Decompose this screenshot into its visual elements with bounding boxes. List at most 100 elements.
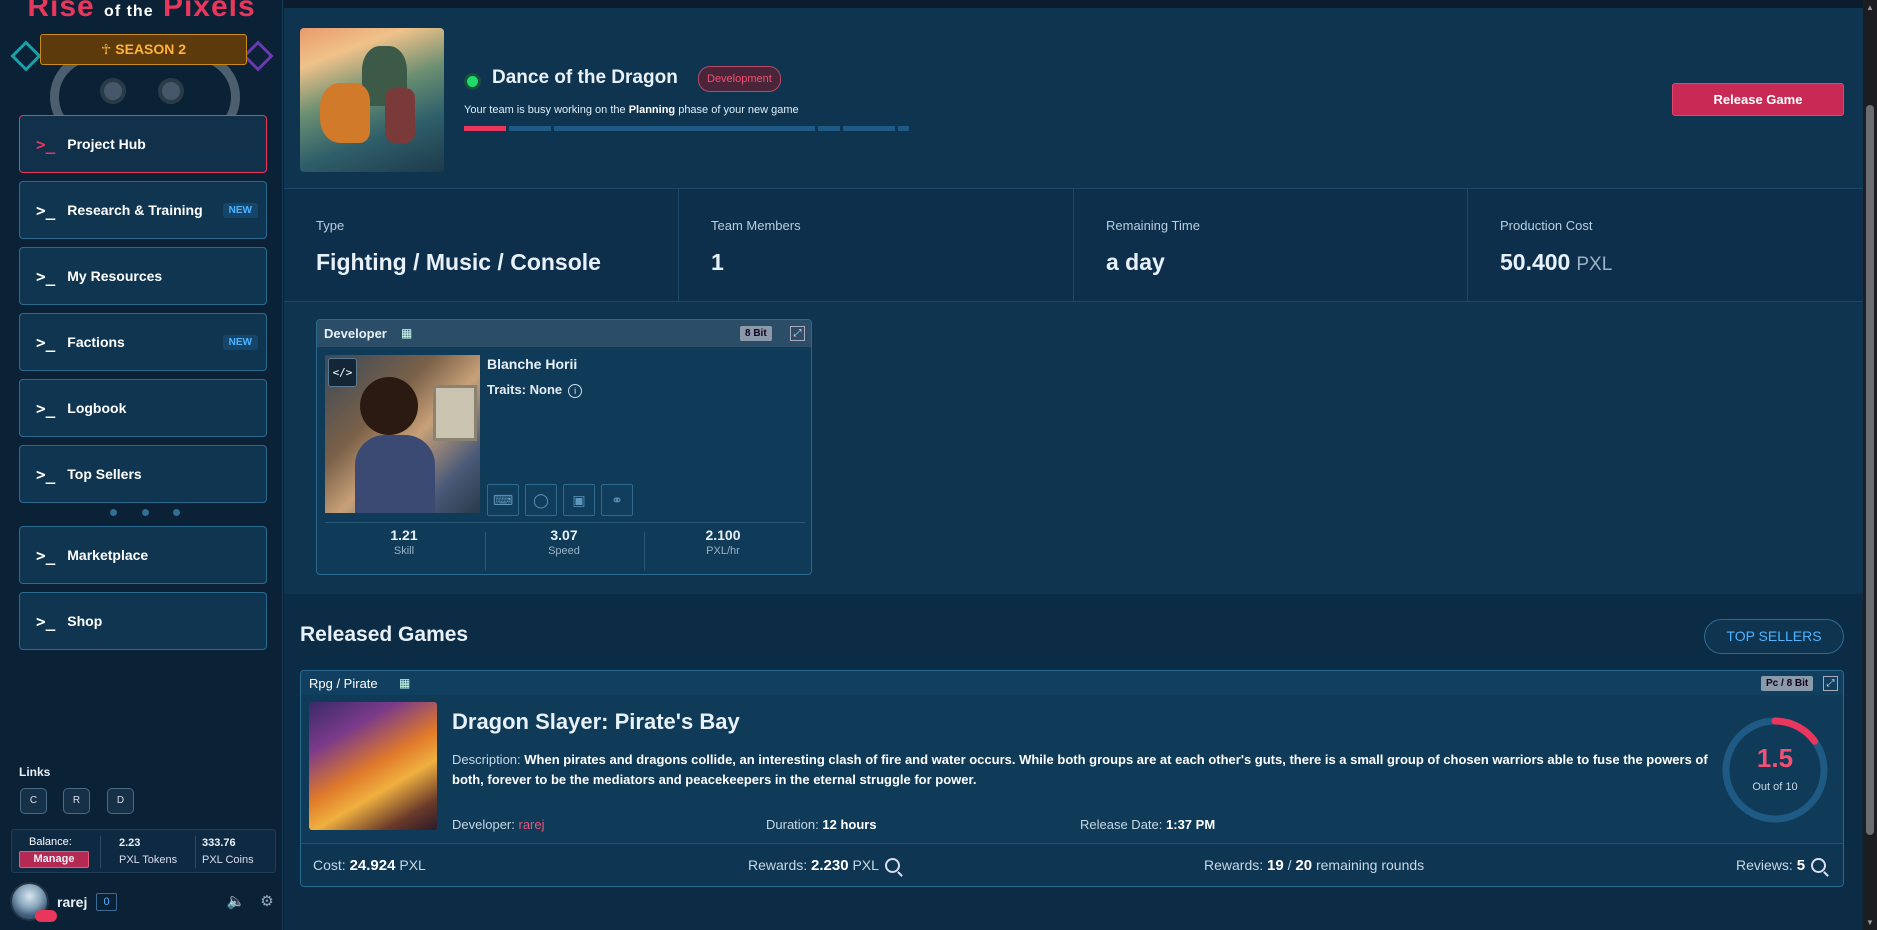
top-strip xyxy=(284,0,1863,8)
link-button-r[interactable]: R xyxy=(63,788,90,814)
gamepad-stick-right xyxy=(158,78,184,104)
monitor-icon: ▣ xyxy=(563,484,595,516)
released-game-card[interactable]: Rpg / Pirate ▦ Pc / 8 Bit ⤢ Dragon Slaye… xyxy=(300,670,1844,887)
sidebar-item-marketplace[interactable]: >_ Marketplace xyxy=(19,526,267,584)
sidebar-item-label: Marketplace xyxy=(67,547,149,563)
qr-icon: ▦ xyxy=(399,676,411,690)
sidebar-item-label: Top Sellers xyxy=(67,466,142,482)
sidebar-item-shop[interactable]: >_ Shop xyxy=(19,592,267,650)
expand-icon[interactable]: ⤢ xyxy=(790,326,805,341)
link-button-c[interactable]: C xyxy=(20,788,47,814)
developer-pxl-rate-stat: 2.100 PXL/hr xyxy=(705,527,741,557)
qr-icon: ▦ xyxy=(401,326,413,340)
developer-skill-stat: 1.21 Skill xyxy=(390,527,418,557)
sidebar-item-logbook[interactable]: >_ Logbook xyxy=(19,379,267,437)
scroll-down-icon[interactable]: ▼ xyxy=(1866,918,1874,927)
rating-scale: Out of 10 xyxy=(1752,781,1798,793)
game-rewards: Rewards: 2.230 PXL xyxy=(748,857,900,874)
phase-progress-bar xyxy=(464,126,912,131)
game-description: Description: When pirates and dragons co… xyxy=(452,752,1708,787)
scroll-up-icon[interactable]: ▲ xyxy=(1866,3,1874,12)
terminal-prompt-icon: >_ xyxy=(36,200,56,220)
game-developer: Developer: rarej xyxy=(452,817,545,832)
game-duration: Duration: 12 hours xyxy=(766,817,877,832)
terminal-prompt-icon: >_ xyxy=(36,464,56,484)
link-button-d[interactable]: D xyxy=(107,788,134,814)
sidebar-item-label: Research & Training xyxy=(67,202,203,218)
manage-button[interactable]: Manage xyxy=(19,851,89,868)
season-badge: ☥ SEASON 2 xyxy=(40,34,247,65)
logo-diamond-right xyxy=(242,40,274,72)
avatar[interactable] xyxy=(10,882,57,922)
game-title: Dragon Slayer: Pirate's Bay xyxy=(452,709,740,734)
developer-name: Blanche Horii xyxy=(487,356,578,372)
terminal-prompt-icon: >_ xyxy=(36,266,56,286)
new-badge: NEW xyxy=(222,335,258,350)
game-release-date: Release Date: 1:37 PM xyxy=(1080,817,1216,832)
trophy-icon: ☥ xyxy=(100,41,112,57)
developer-card-title: Developer xyxy=(324,326,387,341)
status-dot-icon xyxy=(467,76,478,87)
stat-remaining-time: Remaining Time a day xyxy=(1074,189,1468,302)
zoom-in-icon[interactable] xyxy=(1811,858,1827,873)
game-cost: Cost: 24.924 PXL xyxy=(313,857,426,874)
developer-card[interactable]: Developer ▦ 8 Bit ⤢ </> Blanche Horii Tr… xyxy=(316,319,812,575)
balance-label: Balance: xyxy=(29,836,72,848)
sidebar-item-research-training[interactable]: >_ Research & Training NEW xyxy=(19,181,267,239)
info-icon[interactable]: i xyxy=(568,384,583,398)
release-game-button[interactable]: Release Game xyxy=(1672,83,1844,116)
terminal-prompt-icon: >_ xyxy=(36,332,56,352)
project-subtitle: Your team is busy working on the Plannin… xyxy=(464,104,799,116)
user-bar: rarej 0 🔈 ⚙ xyxy=(10,880,275,924)
rating-value: 1.5 xyxy=(1756,743,1794,773)
controller-badge-icon xyxy=(35,910,57,922)
top-sellers-button[interactable]: TOP SELLERS xyxy=(1704,619,1844,654)
new-badge: NEW xyxy=(222,203,258,218)
developer-portrait: </> xyxy=(325,355,480,513)
volume-icon[interactable]: 🔈 xyxy=(226,892,246,912)
game-cover-image xyxy=(309,702,437,830)
game-genre: Rpg / Pirate xyxy=(309,676,378,691)
sidebar-item-label: My Resources xyxy=(67,268,163,284)
team-area: Developer ▦ 8 Bit ⤢ </> Blanche Horii Tr… xyxy=(284,302,1863,594)
sidebar-item-label: Logbook xyxy=(67,400,127,416)
rating-gauge: 1.5 Out of 10 xyxy=(1720,715,1830,825)
sidebar-item-project-hub[interactable]: >_ Project Hub xyxy=(19,115,267,173)
terminal-prompt-icon: >_ xyxy=(36,134,56,154)
stat-type: Type Fighting / Music / Console xyxy=(284,189,679,302)
terminal-prompt-icon: >_ xyxy=(36,398,56,418)
pxl-tokens-value: 2.23 xyxy=(119,837,141,849)
zoom-in-icon[interactable] xyxy=(884,858,900,873)
logo-title: Rise of the Pixels xyxy=(27,0,256,23)
sidebar-item-label: Shop xyxy=(67,613,103,629)
scrollbar-thumb[interactable] xyxy=(1866,105,1874,835)
stat-production-cost: Production Cost 50.400 PXL xyxy=(1500,218,1613,275)
sidebar: Rise of the Pixels ☥ SEASON 2 >_ Project… xyxy=(0,0,283,930)
gamepad-stick-left xyxy=(100,78,126,104)
game-reward-rounds: Rewards: 19 / 20 remaining rounds xyxy=(1204,857,1425,874)
project-title: Dance of the Dragon xyxy=(492,67,678,88)
sidebar-item-label: Factions xyxy=(67,334,125,350)
page-scrollbar[interactable]: ▲ ▼ xyxy=(1863,0,1877,930)
current-project-panel: Dance of the Dragon Development Your tea… xyxy=(284,8,1863,188)
game-card-footer: Cost: 24.924 PXL Rewards: 2.230 PXL Rewa… xyxy=(301,843,1843,886)
pxl-tokens-label: PXL Tokens xyxy=(119,854,178,866)
sidebar-item-factions[interactable]: >_ Factions NEW xyxy=(19,313,267,371)
links-label: Links xyxy=(19,765,51,779)
gear-icon[interactable]: ⚙ xyxy=(257,892,277,912)
sidebar-item-top-sellers[interactable]: >_ Top Sellers xyxy=(19,445,267,503)
pxl-coins-value: 333.76 xyxy=(202,837,236,849)
terminal-prompt-icon: >_ xyxy=(36,611,56,631)
project-stats-row: Type Fighting / Music / Console Team Mem… xyxy=(284,188,1863,302)
user-level-badge: 0 xyxy=(96,893,117,911)
sidebar-item-my-resources[interactable]: >_ My Resources xyxy=(19,247,267,305)
project-cover-image xyxy=(300,28,444,172)
game-reviews: Reviews: 5 xyxy=(1736,857,1827,874)
sidebar-item-label: Project Hub xyxy=(67,136,146,152)
developer-card-header: Developer ▦ 8 Bit ⤢ xyxy=(317,320,811,347)
stat-team-members: Team Members 1 xyxy=(679,189,1074,302)
expand-icon[interactable]: ⤢ xyxy=(1823,676,1838,691)
game-card-header: Rpg / Pirate ▦ Pc / 8 Bit ⤢ xyxy=(301,671,1843,695)
headphones-icon: ⚭ xyxy=(601,484,633,516)
released-games-title: Released Games xyxy=(300,623,469,646)
